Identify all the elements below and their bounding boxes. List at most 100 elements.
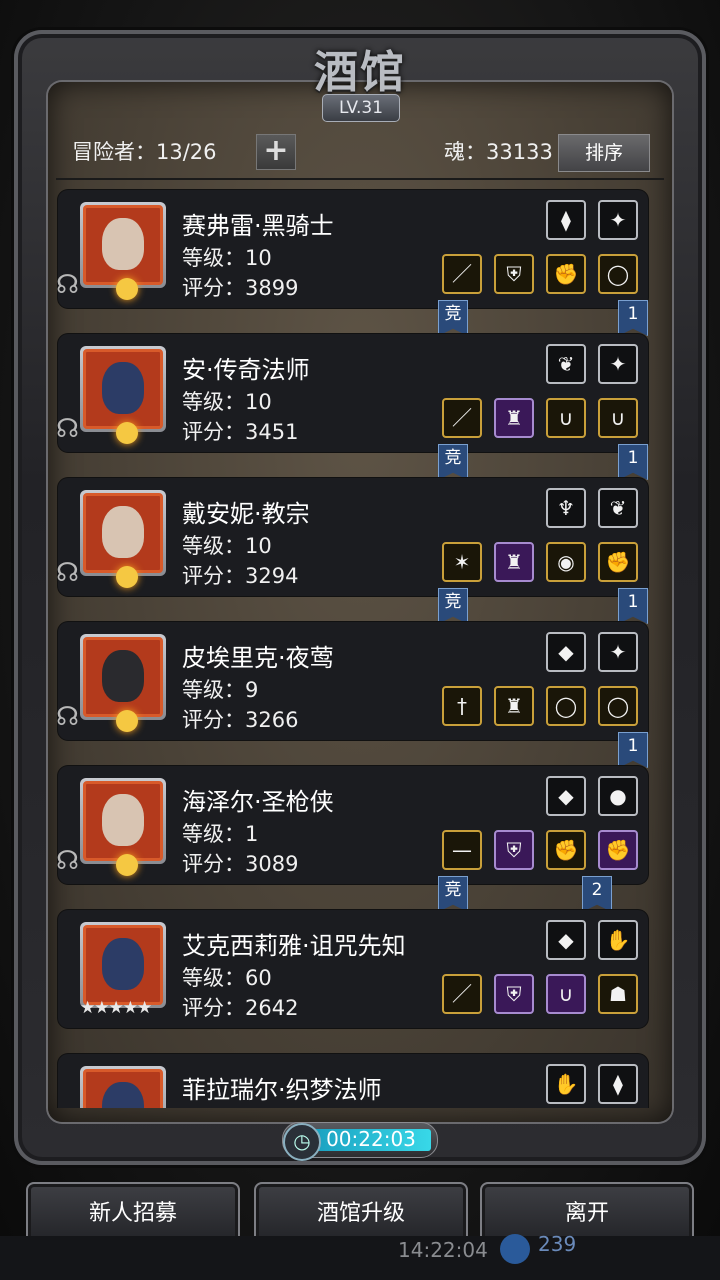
equipment-slot[interactable]: ∪ bbox=[546, 974, 586, 1014]
gauntlet-icon: ✊ bbox=[605, 838, 631, 862]
equipment-slot[interactable]: ⛨ bbox=[494, 974, 534, 1014]
hero-level: 等级：1 bbox=[182, 822, 259, 846]
equipment-slot[interactable]: ♜ bbox=[494, 398, 534, 438]
crescent-icon bbox=[116, 710, 138, 732]
hero-score: 评分：2642 bbox=[182, 996, 299, 1020]
hero-list[interactable]: ☊ 赛弗雷·黑骑士 等级：10 评分：3899 ⧫ ✦ ／ ⛨ ✊ ◯ 竞 1 ☊ 安·传奇法师 等级：10… bbox=[56, 186, 668, 1108]
ring-icon: ◯ bbox=[554, 694, 578, 718]
equipment-slot[interactable]: ✊ bbox=[598, 830, 638, 870]
equipment-slot[interactable]: ◆ bbox=[546, 776, 586, 816]
arena-badge: 竞 bbox=[438, 300, 468, 336]
equipment-slot[interactable]: ◉ bbox=[546, 542, 586, 582]
equipment-slot[interactable]: ⛨ bbox=[494, 830, 534, 870]
mask-icon: ☗ bbox=[609, 982, 627, 1006]
equipment-slot[interactable]: ✶ bbox=[442, 542, 482, 582]
equipment-slot[interactable]: ✦ bbox=[598, 344, 638, 384]
equipment-slot[interactable]: ♜ bbox=[494, 686, 534, 726]
equipment-slot[interactable]: ∪ bbox=[598, 398, 638, 438]
ring-icon: ◯ bbox=[606, 694, 630, 718]
equipment-slot[interactable]: ／ bbox=[442, 974, 482, 1014]
hero-score: 评分：3451 bbox=[182, 420, 299, 444]
clock-icon: ◷ bbox=[283, 1123, 321, 1161]
hero-portrait[interactable] bbox=[80, 778, 166, 864]
equipment-slot[interactable]: ✦ bbox=[598, 200, 638, 240]
plus-icon: + bbox=[263, 133, 289, 168]
equipment-slot[interactable]: ✋ bbox=[546, 1064, 586, 1104]
equipment-slot[interactable]: ⧫ bbox=[598, 1064, 638, 1104]
equipment-slot[interactable]: ∪ bbox=[546, 398, 586, 438]
equipment-slot[interactable]: ❦ bbox=[598, 488, 638, 528]
hero-figure-icon: ☊ bbox=[56, 414, 80, 444]
cloak-icon: ♜ bbox=[505, 694, 523, 718]
hero-portrait[interactable] bbox=[80, 634, 166, 720]
feather-icon: ❦ bbox=[557, 352, 575, 376]
hero-level: 等级：10 bbox=[182, 534, 272, 558]
equipment-slot[interactable]: ◆ bbox=[546, 632, 586, 672]
hero-figure-icon: ☊ bbox=[56, 270, 80, 300]
hero-figure-icon: ☊ bbox=[56, 846, 80, 876]
equipment-slot[interactable]: † bbox=[442, 686, 482, 726]
gauntlet-icon: ✊ bbox=[553, 262, 579, 286]
equipment-slot[interactable]: ♆ bbox=[546, 488, 586, 528]
cloak-icon: ♜ bbox=[505, 550, 523, 574]
equipment-slot[interactable]: ◯ bbox=[598, 686, 638, 726]
equipment-slot[interactable]: ✊ bbox=[546, 254, 586, 294]
ruby-icon: ● bbox=[609, 784, 627, 808]
portrait-hooded bbox=[102, 1082, 144, 1108]
hero-portrait[interactable] bbox=[80, 1066, 166, 1108]
portrait-frame bbox=[83, 781, 163, 861]
equipment-slot[interactable]: ❦ bbox=[546, 344, 586, 384]
hero-score: 评分：3266 bbox=[182, 708, 299, 732]
rank-badge: 1 bbox=[618, 588, 648, 624]
equipment-slot[interactable]: ✋ bbox=[598, 920, 638, 960]
robe-icon: ♜ bbox=[505, 406, 523, 430]
equipment-slot[interactable]: ／ bbox=[442, 254, 482, 294]
portrait-frame bbox=[83, 493, 163, 573]
hero-row[interactable]: ★★★★★ 艾克西莉雅·诅咒先知 等级：60 评分：2642 ◆ ✋ ／ ⛨ ∪ ☗ bbox=[58, 910, 648, 1028]
add-adventurer-button[interactable]: + bbox=[256, 134, 296, 170]
sort-button[interactable]: 排序 bbox=[558, 134, 650, 172]
equipment-slot[interactable]: ♜ bbox=[494, 542, 534, 582]
rank-badge: 1 bbox=[618, 444, 648, 480]
crystal-icon: ✦ bbox=[609, 352, 627, 376]
equipment-slot[interactable]: ✦ bbox=[598, 632, 638, 672]
hero-row[interactable]: ☊ 戴安妮·教宗 等级：10 评分：3294 ♆ ❦ ✶ ♜ ◉ ✊ bbox=[56, 478, 648, 596]
bottom-status-bar bbox=[0, 1236, 720, 1280]
equipment-slot[interactable]: ⛨ bbox=[494, 254, 534, 294]
hero-score: 评分：3089 bbox=[182, 852, 299, 876]
equipment-slot[interactable]: ◯ bbox=[598, 254, 638, 294]
timer-value: 00:22:03 bbox=[326, 1127, 416, 1151]
boot-icon: ⧫ bbox=[561, 208, 571, 232]
equipment-slot[interactable]: ／ bbox=[442, 398, 482, 438]
crystal-icon: ✦ bbox=[609, 208, 627, 232]
equipment-slot[interactable]: ◆ bbox=[546, 920, 586, 960]
equipment-slot[interactable]: ◯ bbox=[546, 686, 586, 726]
equipment-slot[interactable]: ✊ bbox=[598, 542, 638, 582]
hero-row[interactable]: ☊ 海泽尔·圣枪侠 等级：1 评分：3089 ◆ ● — ⛨ ✊ ✊ bbox=[56, 766, 648, 884]
armor-icon: ⛨ bbox=[506, 982, 522, 1006]
equipment-slot[interactable]: ● bbox=[598, 776, 638, 816]
hero-portrait[interactable] bbox=[80, 490, 166, 576]
equipment-slot[interactable]: ✊ bbox=[546, 830, 586, 870]
hero-portrait[interactable] bbox=[80, 922, 166, 1008]
equipment-slot[interactable]: ⧫ bbox=[546, 200, 586, 240]
hero-row[interactable]: ☊ 赛弗雷·黑骑士 等级：10 评分：3899 ⧫ ✦ ／ ⛨ ✊ ◯ bbox=[56, 190, 648, 308]
rank-badge: 2 bbox=[582, 876, 612, 912]
hero-row[interactable]: 菲拉瑞尔·织梦法师 ✋ ⧫ bbox=[58, 1054, 648, 1108]
soul-count: 魂：33133 bbox=[444, 140, 553, 164]
tavern-title: 酒馆 bbox=[314, 47, 406, 98]
hero-portrait[interactable] bbox=[80, 346, 166, 432]
arena-badge: 竞 bbox=[438, 876, 468, 912]
hero-name: 皮埃里克·夜莺 bbox=[182, 644, 334, 672]
hero-row[interactable]: ☊ 安·传奇法师 等级：10 评分：3451 ❦ ✦ ／ ♜ ∪ ∪ bbox=[56, 334, 648, 452]
portrait-frame bbox=[83, 925, 163, 1005]
hero-portrait[interactable] bbox=[80, 202, 166, 288]
equipment-slot[interactable]: — bbox=[442, 830, 482, 870]
equipment-slot[interactable]: ☗ bbox=[598, 974, 638, 1014]
boot-icon: ⧫ bbox=[613, 1072, 623, 1096]
hero-level: 等级：60 bbox=[182, 966, 272, 990]
arena-badge: 竞 bbox=[438, 444, 468, 480]
crescent-icon bbox=[116, 278, 138, 300]
amulet-icon: ♆ bbox=[557, 496, 575, 520]
hero-row[interactable]: ☊ 皮埃里克·夜莺 等级：9 评分：3266 ◆ ✦ † ♜ ◯ ◯ bbox=[56, 622, 648, 740]
